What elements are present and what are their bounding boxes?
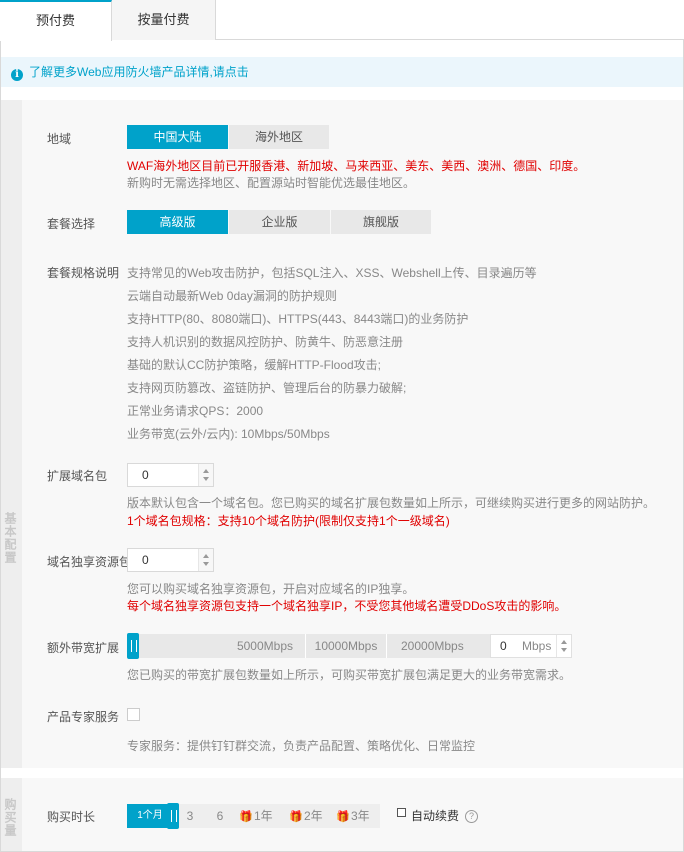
duration-option-2y[interactable]: 🎁2年	[286, 804, 326, 828]
spec-line: 业务带宽(云外/云内): 10Mbps/50Mbps	[127, 427, 330, 441]
package-label: 套餐选择	[47, 217, 96, 231]
package-option-advanced[interactable]: 高级版	[127, 210, 228, 234]
gift-icon: 🎁	[239, 811, 253, 823]
spec-line: 支持常见的Web攻击防护，包括SQL注入、XSS、Webshell上传、目录遍历…	[127, 266, 537, 280]
ext-domain-note: 版本默认包含一个域名包。您已购买的域名扩展包数量如上所示，可继续购买进行更多的网…	[127, 496, 656, 510]
exclusive-stepper[interactable]: 0	[127, 548, 214, 572]
billing-tabs: 预付费 按量付费	[0, 0, 684, 41]
bandwidth-label: 额外带宽扩展	[47, 641, 120, 655]
stepper-arrows[interactable]	[198, 464, 213, 486]
package-option-enterprise[interactable]: 企业版	[229, 210, 330, 234]
package-option-flagship[interactable]: 旗舰版	[331, 210, 431, 234]
spec-line: 支持网页防篡改、盗链防护、管理后台的防暴力破解;	[127, 381, 407, 395]
bandwidth-value[interactable]: 0	[500, 635, 507, 657]
duration-slider-handle[interactable]	[167, 803, 179, 829]
ext-domain-spec-note: 1个域名包规格：支持10个域名防护(限制仅支持1个一级域名)	[127, 514, 450, 528]
gift-icon: 🎁	[336, 811, 350, 823]
info-icon: i	[11, 69, 23, 81]
exclusive-warning: 每个域名独享资源包支持一个域名独享IP，不受您其他域名遭受DDoS攻击的影响。	[127, 599, 567, 613]
section-label-purchase: 购买量	[1, 778, 22, 851]
info-link[interactable]: 了解更多Web应用防火墙产品详情,请点击	[29, 65, 249, 79]
chevron-down-icon[interactable]	[561, 648, 567, 652]
ext-domain-value[interactable]: 0	[142, 464, 149, 486]
chevron-down-icon[interactable]	[203, 477, 209, 481]
spec-line: 支持人机识别的数据风控防护、防黄牛、防恶意注册	[127, 335, 404, 349]
region-option-overseas[interactable]: 海外地区	[229, 125, 329, 149]
region-label: 地域	[47, 132, 72, 146]
spec-line: 云端自动最新Web 0day漏洞的防护规则	[127, 289, 337, 303]
spec-line: 支持HTTP(80、8080端口)、HTTPS(443、8443端口)的业务防护	[127, 312, 469, 326]
bandwidth-slider-handle[interactable]	[127, 633, 139, 659]
duration-option-3[interactable]: 3	[180, 804, 200, 828]
spec-line: 基础的默认CC防护策略，缓解HTTP-Flood攻击;	[127, 358, 382, 372]
slider-mark: 20000Mbps	[386, 634, 490, 658]
chevron-up-icon[interactable]	[203, 554, 209, 558]
bandwidth-slider[interactable]: 5000Mbps 10000Mbps 20000Mbps	[127, 634, 490, 658]
auto-renew-checkbox[interactable]	[397, 808, 406, 817]
duration-option-1y[interactable]: 🎁1年	[236, 804, 276, 828]
chevron-up-icon[interactable]	[561, 640, 567, 644]
chevron-down-icon[interactable]	[203, 562, 209, 566]
exclusive-value[interactable]: 0	[142, 549, 149, 571]
ext-domain-label: 扩展域名包	[47, 469, 108, 483]
chevron-up-icon[interactable]	[203, 469, 209, 473]
bandwidth-unit: Mbps	[522, 639, 552, 653]
spec-line: 正常业务请求QPS：2000	[127, 404, 264, 418]
exclusive-label: 域名独享资源包	[47, 555, 127, 569]
bandwidth-note: 您已购买的带宽扩展包数量如上所示，可购买带宽扩展包满足更大的业务带宽需求。	[127, 668, 572, 682]
region-note-warning: WAF海外地区目前已开服香港、新加坡、马来西亚、美东、美西、澳洲、德国、印度。	[127, 159, 586, 173]
duration-option-3y[interactable]: 🎁3年	[333, 804, 373, 828]
exclusive-note: 您可以购买域名独享资源包，开启对应域名的IP独享。	[127, 582, 415, 596]
ext-domain-stepper[interactable]: 0	[127, 463, 214, 487]
spec-label: 套餐规格说明	[47, 266, 120, 280]
duration-label: 购买时长	[47, 810, 96, 824]
tab-prepaid[interactable]: 预付费	[0, 0, 112, 41]
expert-note: 专家服务：提供钉钉群交流，负责产品配置、策略优化、日常监控	[127, 739, 476, 753]
region-option-mainland[interactable]: 中国大陆	[127, 125, 228, 149]
auto-renew-label[interactable]: 自动续费	[411, 807, 459, 824]
tab-pay-as-you-go[interactable]: 按量付费	[112, 0, 216, 40]
duration-option-6[interactable]: 6	[210, 804, 230, 828]
region-note: 新购时无需选择地区、配置源站时智能优选最佳地区。	[127, 176, 416, 190]
section-label-basic: 基本配置	[1, 100, 22, 768]
expert-checkbox[interactable]	[127, 708, 140, 721]
info-banner[interactable]: i 了解更多Web应用防火墙产品详情,请点击	[1, 57, 683, 87]
slider-mark: 10000Mbps	[305, 634, 386, 658]
slider-mark: 5000Mbps	[236, 639, 293, 653]
bandwidth-stepper[interactable]: 0 Mbps	[490, 634, 572, 658]
stepper-arrows[interactable]	[556, 635, 571, 657]
gift-icon: 🎁	[289, 811, 303, 823]
help-icon[interactable]: ?	[465, 810, 478, 823]
expert-label: 产品专家服务	[47, 710, 120, 724]
stepper-arrows[interactable]	[198, 549, 213, 571]
